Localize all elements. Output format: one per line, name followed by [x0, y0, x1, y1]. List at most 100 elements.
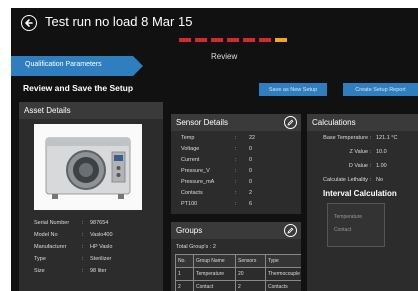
stage-tab[interactable]: Qualification Parameters [11, 56, 143, 76]
sensor-detail-value: 0 [249, 168, 253, 174]
edit-pencil-icon[interactable] [284, 116, 297, 129]
sensor-detail-label: Voltage [181, 146, 200, 152]
groups-panel: Groups Total Group's : 2 No. Group Name Se… [171, 222, 301, 291]
sensor-detail-value: 0 [249, 179, 253, 185]
column-header: Group Name [193, 254, 236, 268]
table-cell: Thermocouple [265, 267, 301, 281]
panel-header: Sensor Details [171, 114, 301, 131]
page-subtitle: Review and Save the Setup [23, 83, 134, 93]
asset-detail-value: Vaslo400 [90, 232, 113, 238]
panel-title: Sensor Details [176, 118, 229, 127]
asset-detail-label: Manufacturer [34, 244, 67, 250]
panel-header: Calculations [307, 114, 418, 131]
page-title: Test run no load 8 Mar 15 [45, 14, 193, 29]
separator-colon: : [82, 256, 84, 262]
asset-detail-value: 98 liter [90, 268, 107, 274]
progress-segment-current [275, 38, 287, 42]
panel-title: Groups [176, 226, 203, 235]
progress-segment [211, 38, 223, 42]
groups-table: No. Group Name Sensors Type 1 Temperature 20 T… [175, 254, 301, 291]
separator-colon: : [235, 201, 237, 207]
interval-calculation-title: Interval Calculation [323, 189, 397, 198]
column-header: Type [265, 254, 301, 268]
asset-photo [34, 124, 142, 210]
separator-colon: : [235, 157, 237, 163]
asset-details-panel: Asset Details Serial Number:987654 Model … [19, 102, 163, 291]
separator-colon: : [82, 268, 84, 274]
sensor-detail-label: PT100 [181, 201, 198, 207]
sensor-details-panel: Sensor Details Temp: 22 Voltage: 0 Current: 0… [171, 114, 301, 214]
sensor-detail-label: Pressure_mA [181, 179, 215, 185]
asset-detail-value: Sterilizer [90, 256, 112, 262]
sensor-detail-value: 0 [249, 146, 253, 152]
separator-colon: : [235, 190, 237, 196]
sensor-detail-label: Temp [181, 135, 195, 141]
sensor-detail-label: Pressure_V [181, 168, 210, 174]
separator-colon: : [235, 135, 237, 141]
panel-header: Groups [171, 222, 301, 239]
back-arrow-icon[interactable] [21, 15, 37, 31]
separator-colon: : [235, 168, 237, 174]
separator-colon: : [235, 179, 237, 185]
table-cell: 2 [235, 280, 266, 291]
calculation-value: 10.0 [376, 149, 387, 155]
sensor-detail-value: 2 [249, 190, 253, 196]
step-label: Review [211, 52, 238, 61]
table-cell: 20 [235, 267, 266, 281]
progress-segment [195, 38, 207, 42]
table-cell: Contact [193, 280, 236, 291]
separator-colon: : [82, 232, 84, 238]
table-cell: Contacts [265, 280, 301, 291]
sensor-detail-value: 0 [249, 157, 253, 163]
panel-title: Calculations [312, 118, 356, 127]
asset-detail-label: Size [34, 268, 45, 274]
save-as-new-setup-button[interactable]: Save as New Setup [259, 83, 327, 96]
sensor-detail-value: 22 [249, 135, 256, 141]
separator-colon: : [82, 220, 84, 226]
progress-segment [259, 38, 271, 42]
separator-colon: : [370, 163, 372, 169]
separator-colon: : [235, 146, 237, 152]
interval-item[interactable]: Contact [334, 227, 351, 233]
stage-tab-label: Qualification Parameters [25, 61, 102, 68]
total-groups: Total Group's : 2 [176, 244, 216, 250]
wizard-progress [179, 38, 287, 42]
calculation-label: D Value [348, 163, 368, 169]
sensor-detail-value: 6 [249, 201, 253, 207]
asset-detail-label: Serial Number [34, 220, 70, 226]
progress-segment [179, 38, 191, 42]
calculation-value: 1.00 [376, 163, 387, 169]
asset-detail-value: HP Vaslo [90, 244, 113, 250]
panel-title: Asset Details [24, 106, 71, 115]
interval-calculation-list: Temperature Contact [327, 203, 385, 247]
calculation-value: 121.1 °C [376, 135, 398, 141]
calculation-value: No [376, 177, 384, 183]
separator-colon: : [370, 177, 372, 183]
separator-colon: : [370, 135, 372, 141]
calculation-label: Base Temperature [323, 135, 368, 141]
sensor-detail-label: Contacts [181, 190, 203, 196]
create-setup-report-button[interactable]: Create Setup Report [343, 83, 418, 96]
table-cell: 2 [175, 280, 194, 291]
calculation-label: Z Value [349, 149, 368, 155]
table-cell: 1 [175, 267, 194, 281]
app-window: Test run no load 8 Mar 15 Review Qualifi… [11, 8, 418, 291]
asset-detail-label: Type [34, 256, 46, 262]
table-row[interactable]: 2 Contact 2 Contacts [175, 280, 301, 291]
asset-detail-label: Model No [34, 232, 58, 238]
edit-pencil-icon[interactable] [284, 224, 297, 237]
column-header: Sensors [235, 254, 266, 268]
separator-colon: : [370, 149, 372, 155]
asset-detail-value: 987654 [90, 220, 109, 226]
table-row[interactable]: 1 Temperature 20 Thermocouple [175, 267, 301, 281]
calculation-label: Calculate Lethality [323, 177, 368, 183]
progress-segment [243, 38, 255, 42]
sensor-detail-label: Current [181, 157, 200, 163]
panel-header: Asset Details [19, 102, 163, 119]
interval-item[interactable]: Temperature [334, 214, 362, 220]
table-cell: Temperature [193, 267, 236, 281]
calculations-panel: Calculations Base Temperature:121.1 °C Z … [307, 114, 418, 291]
column-header: No. [175, 254, 194, 268]
progress-segment [227, 38, 239, 42]
table-header-row: No. Group Name Sensors Type [175, 254, 301, 268]
